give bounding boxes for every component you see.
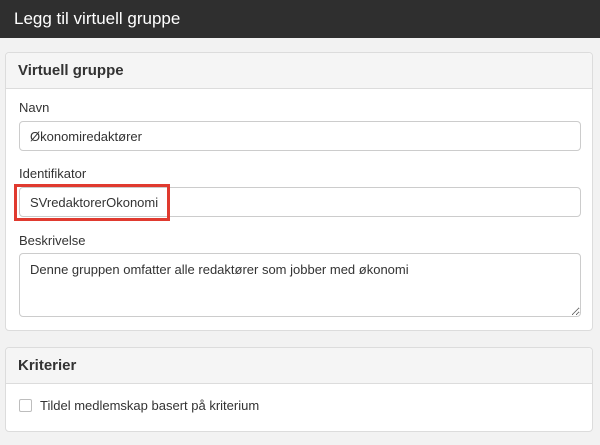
description-label: Beskrivelse: [19, 233, 86, 248]
identifier-label: Identifikator: [19, 166, 87, 181]
criteria-heading: Kriterier: [6, 348, 592, 384]
description-textarea[interactable]: Denne gruppen omfatter alle redaktører s…: [19, 253, 581, 317]
virtual-group-heading: Virtuell gruppe: [6, 53, 592, 89]
criteria-checkbox-label: Tildel medlemskap basert på kriterium: [40, 398, 260, 413]
identifier-input[interactable]: [19, 187, 581, 217]
virtual-group-panel: Virtuell gruppe Navn Identifikator Beskr…: [5, 52, 593, 331]
criteria-checkbox[interactable]: [19, 399, 32, 412]
criteria-checkbox-row[interactable]: Tildel medlemskap basert på kriterium: [19, 398, 259, 413]
name-label: Navn: [19, 100, 50, 115]
dialog-title: Legg til virtuell gruppe: [0, 0, 600, 38]
name-input[interactable]: [19, 121, 581, 151]
criteria-panel: Kriterier Tildel medlemskap basert på kr…: [5, 347, 593, 432]
